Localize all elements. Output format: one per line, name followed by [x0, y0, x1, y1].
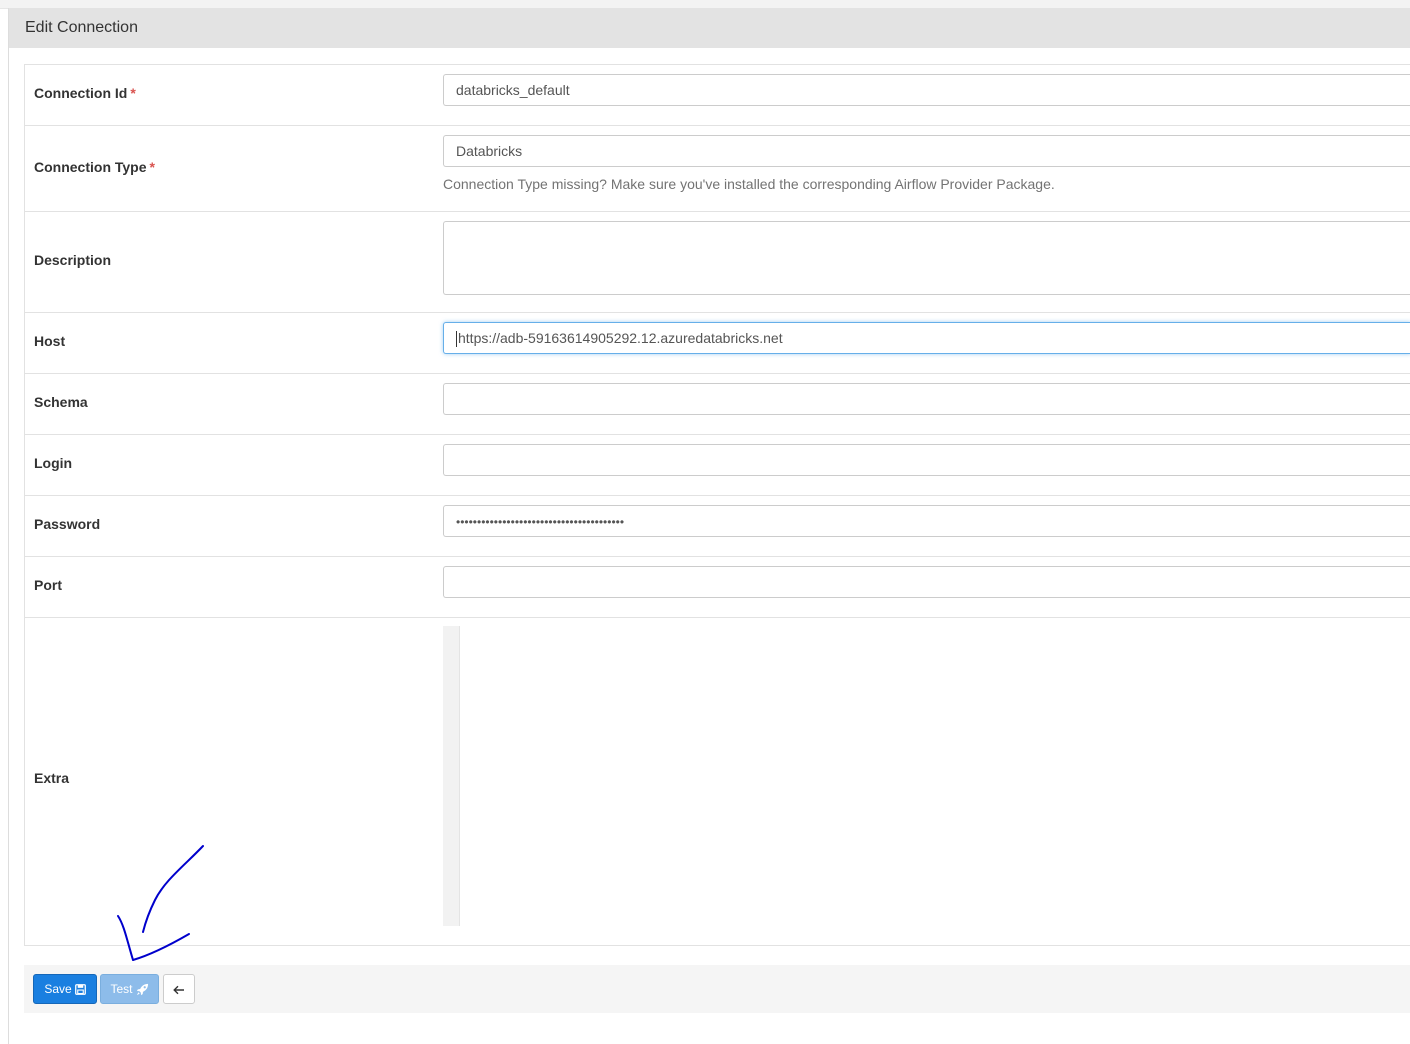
- password-label: Password: [34, 516, 101, 532]
- form-row-connection-type: Connection Type * Databricks Connection T…: [25, 126, 1410, 212]
- arrow-left-icon: [173, 985, 184, 995]
- host-input[interactable]: https://adb-59163614905292.12.azuredatab…: [443, 322, 1410, 354]
- connection-type-label: Connection Type *: [34, 159, 155, 175]
- form-row-login: Login: [25, 435, 1410, 496]
- connection-form: Connection Id * databricks_default Connec…: [24, 64, 1410, 946]
- save-button-label: Save: [44, 982, 72, 996]
- connection-type-help-text: Connection Type missing? Make sure you'v…: [443, 176, 1055, 192]
- form-row-host: Host https://adb-59163614905292.12.azure…: [25, 313, 1410, 374]
- form-row-description: Description: [25, 212, 1410, 313]
- form-row-schema: Schema: [25, 374, 1410, 435]
- description-textarea[interactable]: [443, 221, 1410, 295]
- login-input[interactable]: [443, 444, 1410, 476]
- description-label: Description: [34, 252, 112, 268]
- text-cursor: [456, 331, 457, 348]
- editor-gutter: [443, 626, 460, 926]
- port-input[interactable]: [443, 566, 1410, 598]
- panel-heading: Edit Connection: [9, 8, 1410, 48]
- password-input[interactable]: ••••••••••••••••••••••••••••••••••••••••: [443, 505, 1410, 537]
- test-button[interactable]: Test: [100, 974, 159, 1004]
- extra-code-editor[interactable]: [443, 626, 1410, 926]
- password-masked-value: ••••••••••••••••••••••••••••••••••••••••: [456, 515, 625, 529]
- connection-id-label-text: Connection Id: [34, 85, 128, 101]
- form-row-connection-id: Connection Id * databricks_default: [25, 65, 1410, 126]
- form-row-extra: Extra: [25, 618, 1410, 944]
- back-button[interactable]: [163, 974, 195, 1004]
- test-button-label: Test: [110, 982, 133, 996]
- login-label: Login: [34, 455, 73, 471]
- required-marker: *: [130, 85, 136, 101]
- port-label: Port: [34, 577, 62, 593]
- schema-input[interactable]: [443, 383, 1410, 415]
- form-actions-bar: Save Test: [24, 965, 1410, 1013]
- connection-type-label-text: Connection Type: [34, 159, 147, 175]
- floppy-disk-icon: [74, 984, 86, 996]
- schema-label: Schema: [34, 394, 88, 410]
- save-button[interactable]: Save: [33, 974, 97, 1004]
- form-row-port: Port: [25, 557, 1410, 618]
- connection-id-label: Connection Id *: [34, 85, 136, 101]
- rocket-icon: [136, 984, 148, 996]
- extra-label: Extra: [34, 770, 70, 786]
- host-input-value: https://adb-59163614905292.12.azuredatab…: [458, 330, 783, 346]
- connection-id-input[interactable]: databricks_default: [443, 74, 1410, 106]
- connection-type-select[interactable]: Databricks: [443, 135, 1410, 167]
- required-marker: *: [149, 159, 155, 175]
- form-row-password: Password •••••••••••••••••••••••••••••••…: [25, 496, 1410, 557]
- panel-title: Edit Connection: [25, 19, 138, 36]
- host-label: Host: [34, 333, 66, 349]
